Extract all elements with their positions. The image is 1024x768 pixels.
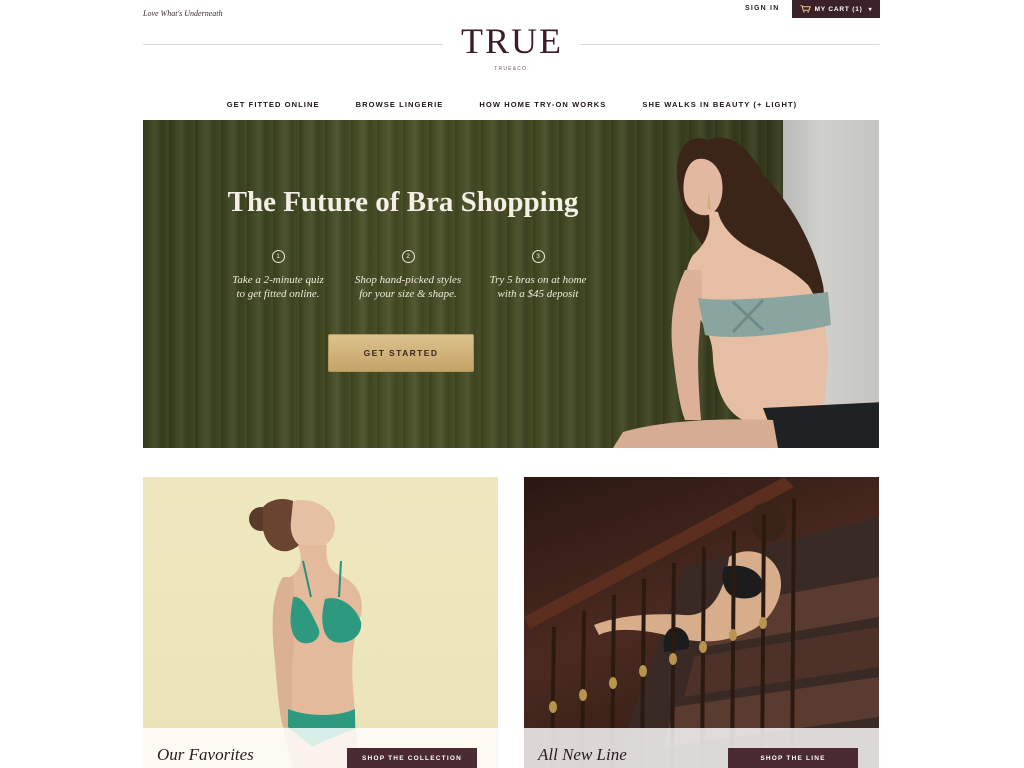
logo-wordmark: TRUE bbox=[461, 21, 563, 61]
step-number-badge: 3 bbox=[531, 250, 545, 263]
get-started-button[interactable]: GET STARTED bbox=[328, 334, 474, 372]
step-line-1: Try 5 bras on at home bbox=[489, 274, 587, 286]
step-line-2: with a $45 deposit bbox=[497, 288, 579, 300]
nav-get-fitted-online[interactable]: GET FITTED ONLINE bbox=[209, 100, 338, 109]
shopping-cart-icon bbox=[800, 5, 811, 13]
sign-in-link[interactable]: SIGN IN bbox=[745, 5, 779, 12]
header-divider-left bbox=[143, 44, 443, 45]
step-number-badge: 1 bbox=[271, 250, 285, 263]
hero-banner: The Future of Bra Shopping 1 Take a 2-mi… bbox=[143, 120, 879, 448]
new-line-tile[interactable]: All New Line SHOP THE LINE bbox=[524, 477, 879, 768]
main-nav: GET FITTED ONLINE BROWSE LINGERIE HOW HO… bbox=[0, 100, 1024, 109]
site-logo[interactable]: TRUE TRUE&CO. bbox=[445, 22, 579, 72]
logo-subtext: TRUE&CO. bbox=[494, 66, 530, 72]
new-line-title: All New Line bbox=[538, 745, 627, 764]
chevron-down-icon: ▾ bbox=[868, 6, 873, 13]
nav-she-walks-in-beauty[interactable]: SHE WALKS IN BEAUTY (+ LIGHT) bbox=[624, 100, 815, 109]
favorites-tile[interactable]: Our Favorites SHOP THE COLLECTION bbox=[143, 477, 498, 768]
step-item: 2 Shop hand-picked styles for your size … bbox=[343, 250, 473, 301]
step-line-2: to get fitted online. bbox=[236, 288, 320, 300]
shop-collection-button[interactable]: SHOP THE COLLECTION bbox=[347, 748, 477, 768]
step-line-1: Shop hand-picked styles bbox=[354, 274, 462, 286]
favorites-title: Our Favorites bbox=[157, 745, 254, 764]
step-item: 3 Try 5 bras on at home with a $45 depos… bbox=[473, 250, 603, 301]
step-text: Try 5 bras on at home with a $45 deposit bbox=[473, 273, 603, 301]
step-number-badge: 2 bbox=[401, 250, 415, 263]
nav-how-home-try-on-works[interactable]: HOW HOME TRY-ON WORKS bbox=[461, 100, 624, 109]
my-cart-button[interactable]: MY CART (1) ▾ bbox=[792, 0, 880, 18]
step-text: Take a 2-minute quiz to get fitted onlin… bbox=[213, 273, 343, 301]
hero-steps: 1 Take a 2-minute quiz to get fitted onl… bbox=[213, 250, 603, 301]
hero-title: The Future of Bra Shopping bbox=[227, 186, 579, 218]
hero-model-image bbox=[613, 137, 879, 448]
shop-the-line-button[interactable]: SHOP THE LINE bbox=[728, 748, 858, 768]
site-tagline: Love What's Underneath bbox=[143, 9, 223, 18]
step-line-2: for your size & shape. bbox=[359, 288, 457, 300]
step-text: Shop hand-picked styles for your size & … bbox=[343, 273, 473, 301]
nav-browse-lingerie[interactable]: BROWSE LINGERIE bbox=[338, 100, 462, 109]
cart-label: MY CART (1) bbox=[814, 5, 863, 13]
favorites-model-image bbox=[249, 498, 362, 768]
new-line-model-image bbox=[524, 477, 879, 768]
step-line-1: Take a 2-minute quiz bbox=[232, 274, 324, 286]
step-item: 1 Take a 2-minute quiz to get fitted onl… bbox=[213, 250, 343, 301]
header-divider-right bbox=[580, 44, 879, 45]
